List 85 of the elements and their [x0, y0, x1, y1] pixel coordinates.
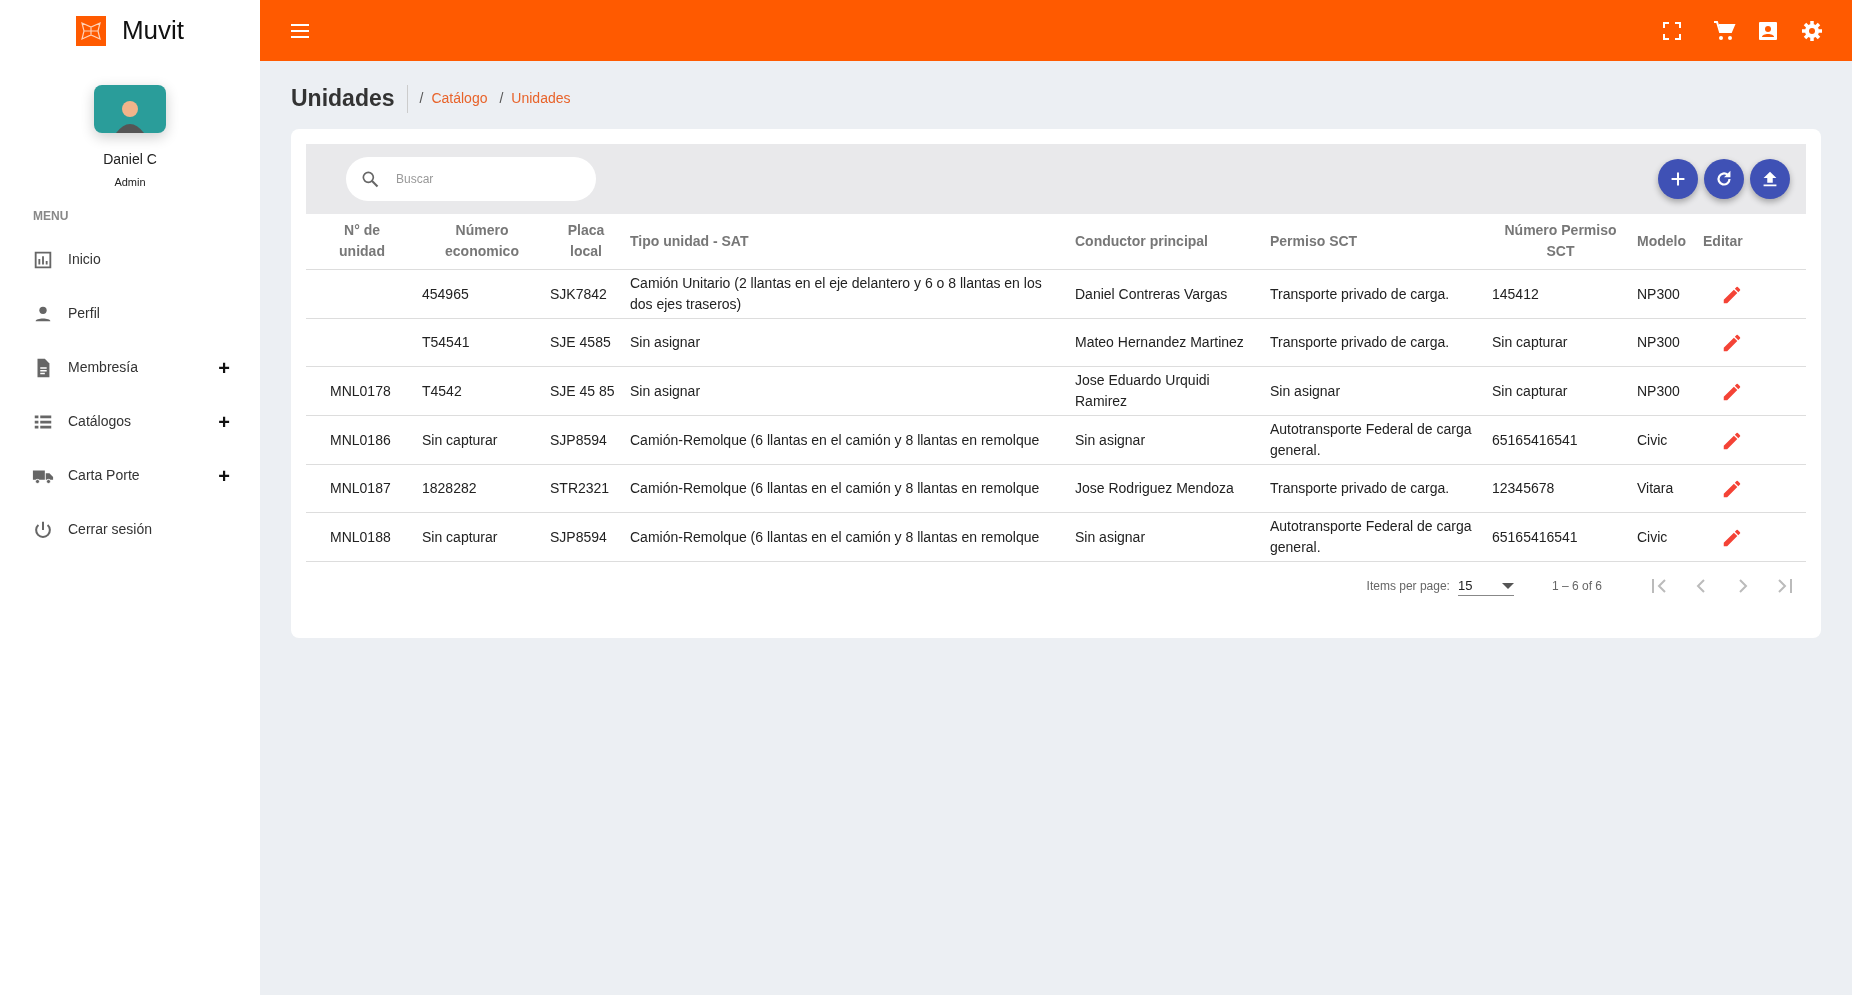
- table-cell: Autotransporte Federal de carga general.: [1270, 421, 1472, 459]
- column-header: Permiso SCT: [1266, 213, 1488, 270]
- column-header: Tipo unidad - SAT: [626, 213, 1071, 270]
- table-cell: Daniel Contreras Vargas: [1075, 285, 1228, 302]
- table-cell: 145412: [1492, 285, 1539, 302]
- column-header: Número economico: [418, 213, 546, 270]
- user-name: Daniel C: [103, 150, 157, 169]
- avatar: [94, 85, 166, 133]
- table-cell: T4542: [422, 382, 462, 399]
- table-cell: Camión Unitario (2 llantas en el eje delantero y 6 o 8 llantas en los dos ejes traseros): [630, 275, 1042, 313]
- table-cell: SJE 45 85: [550, 382, 615, 399]
- table-cell: Autotransporte Federal de carga general.: [1270, 518, 1472, 556]
- breadcrumb-separator: /: [419, 89, 424, 109]
- table-cell: Camión-Remolque (6 llantas en el camión y 8 llantas en remolque: [630, 480, 1040, 497]
- menu-item[interactable]: Perfil: [0, 286, 260, 341]
- column-header: Conductor principal: [1071, 213, 1266, 270]
- table-cell: SJP8594: [550, 431, 607, 448]
- table-cell: Sin asignar: [1075, 431, 1146, 448]
- table-cell: NP300: [1637, 334, 1680, 351]
- expand-icon: +: [218, 406, 230, 437]
- table-cell: Camión-Remolque (6 llantas en el camión y 8 llantas en remolque: [630, 431, 1040, 448]
- table-cell: Jose Eduardo Urquidi Ramirez: [1075, 372, 1210, 410]
- table-cell: Transporte privado de carga.: [1270, 480, 1450, 497]
- menu-item[interactable]: Cerrar sesión: [0, 502, 260, 557]
- table-cell: Transporte privado de carga.: [1270, 285, 1450, 302]
- menu-heading: MENU: [32, 207, 70, 225]
- table-cell: NP300: [1637, 285, 1680, 302]
- menu-item[interactable]: Carta Porte +: [0, 448, 260, 503]
- column-header: Modelo: [1633, 213, 1699, 270]
- table-cell: SJE 4585: [550, 334, 611, 351]
- table-cell: Sin capturar: [1492, 382, 1568, 399]
- table-cell: Camión-Remolque (6 llantas en el camión y 8 llantas en remolque: [630, 528, 1040, 545]
- cart-button[interactable]: [1712, 18, 1736, 43]
- logo-icon: [75, 15, 106, 46]
- page-title: Unidades: [291, 85, 408, 113]
- table-cell: STR2321: [550, 480, 610, 497]
- upload-button[interactable]: [1750, 158, 1790, 199]
- menu-item[interactable]: Inicio: [0, 232, 260, 287]
- table-cell: Jose Rodriguez Mendoza: [1075, 480, 1234, 497]
- items-per-page-label: Items per page:: [1366, 578, 1450, 596]
- page-size-select[interactable]: 15: [1457, 575, 1514, 597]
- add-button[interactable]: [1658, 158, 1698, 199]
- breadcrumb-separator: /: [499, 89, 504, 109]
- table-cell: Sin asignar: [1270, 382, 1341, 399]
- settings-icon: [1800, 18, 1824, 43]
- cart-icon: [1712, 18, 1736, 43]
- table-cell: NP300: [1637, 382, 1680, 399]
- table-cell: Sin asignar: [630, 382, 701, 399]
- table-cell: Sin capturar: [422, 528, 498, 545]
- table-cell: Transporte privado de carga.: [1270, 334, 1450, 351]
- table-cell: SJP8594: [550, 528, 607, 545]
- table-cell: MNL0188: [330, 528, 391, 545]
- expand-icon: +: [218, 352, 230, 383]
- refresh-button[interactable]: [1704, 158, 1744, 199]
- table-cell: 454965: [422, 285, 469, 302]
- column-header: Editar: [1699, 213, 1806, 270]
- search-field[interactable]: Buscar: [346, 156, 596, 201]
- column-header: Número Permiso SCT: [1488, 213, 1633, 270]
- page-range: 1 – 6 of 6: [1551, 578, 1602, 596]
- table-cell: 65165416541: [1492, 431, 1578, 448]
- expand-icon: +: [218, 460, 230, 491]
- table-cell: Sin asignar: [630, 334, 701, 351]
- table-cell: Sin asignar: [1075, 528, 1146, 545]
- column-header: Placa local: [546, 213, 626, 270]
- table-cell: 1828282: [422, 480, 477, 497]
- table-cell: Civic: [1637, 431, 1668, 448]
- table-cell: Sin capturar: [1492, 334, 1568, 351]
- table-cell: MNL0178: [330, 382, 391, 399]
- settings-button[interactable]: [1800, 18, 1824, 43]
- table-cell: T54541: [422, 334, 470, 351]
- caret-icon: [1501, 582, 1514, 589]
- table-cell: SJK7842: [550, 285, 607, 302]
- table-cell: Mateo Hernandez Martinez: [1075, 334, 1244, 351]
- menu-item[interactable]: Membresía +: [0, 340, 260, 395]
- table-cell: Vitara: [1637, 480, 1674, 497]
- table-cell: Civic: [1637, 528, 1668, 545]
- brand-name: Muvit: [121, 14, 185, 47]
- table-cell: 65165416541: [1492, 528, 1578, 545]
- table-cell: MNL0186: [330, 431, 391, 448]
- menu-item[interactable]: Catálogos +: [0, 394, 260, 449]
- table-cell: 12345678: [1492, 480, 1555, 497]
- column-header: N° de unidad: [306, 213, 418, 270]
- table-cell: Sin capturar: [422, 431, 498, 448]
- table-cell: MNL0187: [330, 480, 391, 497]
- user-role: Admin: [114, 175, 146, 190]
